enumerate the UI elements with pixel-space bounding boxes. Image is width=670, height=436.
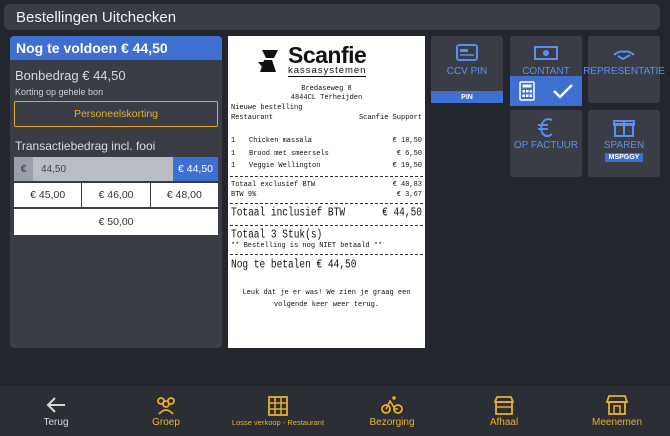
receipt-amount-to-pay: Nog te betalen € 44,50 bbox=[231, 257, 357, 271]
bottom-navigation: Terug Groep Losse verkoop - Restaurant B… bbox=[0, 386, 670, 436]
receipt-preview: Scanfie kassasystemen Bredaseweg 8 4844C… bbox=[228, 36, 425, 348]
window-title: Bestellingen Uitchecken bbox=[16, 8, 177, 26]
cash-button[interactable]: CONTANT bbox=[510, 36, 582, 106]
takeaway-label: Afhaal bbox=[489, 416, 519, 428]
storefront-icon bbox=[605, 394, 629, 415]
logo-subtitle: kassasystemen bbox=[288, 65, 367, 77]
receipt-postcode: 4844CL Terheijden bbox=[290, 94, 363, 102]
transaction-amount-row: € € 44,50 bbox=[14, 157, 218, 181]
tip-amount-button[interactable]: € 46,00 bbox=[82, 183, 150, 207]
currency-symbol: € bbox=[14, 157, 34, 181]
receipt-order-type: Nieuwe bestelling bbox=[231, 104, 303, 112]
receipt-total: Totaal inclusief BTW € 44,50 bbox=[231, 205, 422, 219]
receipt-divider bbox=[230, 224, 423, 226]
staff-discount-button[interactable]: Personeelskorting bbox=[14, 101, 218, 127]
scanfie-logo-icon bbox=[258, 49, 278, 72]
checkmark-icon[interactable] bbox=[552, 83, 574, 99]
tip-amount-row: € 45,00 € 46,00 € 48,00 bbox=[14, 183, 218, 207]
grid-icon bbox=[268, 395, 288, 416]
receipt-line-item: 1 Chicken massala € 18,50 bbox=[231, 137, 422, 145]
representation-label: REPRESENTATIE bbox=[583, 66, 665, 77]
euro-icon bbox=[538, 118, 553, 137]
back-label: Terug bbox=[43, 416, 69, 428]
take-out-button[interactable]: Meenemen bbox=[586, 386, 648, 436]
representation-button[interactable]: REPRESENTATIE bbox=[583, 36, 665, 103]
scanfie-logo: Scanfie kassasystemen bbox=[228, 36, 425, 77]
delivery-button[interactable]: Bezorging bbox=[364, 386, 420, 436]
receipt-item-count: Totaal 3 Stuk(s) bbox=[231, 227, 323, 241]
receipt-amount: Bonbedrag € 44,50 bbox=[15, 68, 126, 83]
receipt-divider bbox=[230, 175, 423, 177]
calculator-icon[interactable] bbox=[518, 81, 535, 101]
discount-label: Korting op gehele bon bbox=[15, 87, 104, 97]
receipt-location: Restaurant Scanfie Support bbox=[231, 114, 422, 122]
window-title-bar: Bestellingen Uitchecken bbox=[4, 4, 660, 30]
savings-button[interactable]: SPAREN MSPGGY bbox=[588, 110, 660, 177]
pin-badge: PIN bbox=[431, 91, 503, 103]
payment-summary-panel: Nog te voldoen € 44,50 Bonbedrag € 44,50… bbox=[10, 36, 222, 348]
arrow-left-icon bbox=[46, 396, 65, 413]
receipt-divider bbox=[230, 202, 423, 204]
logo-name: Scanfie bbox=[288, 42, 367, 68]
savings-badge: MSPGGY bbox=[604, 153, 644, 162]
group-button[interactable]: Groep bbox=[140, 386, 192, 436]
ccv-pin-button[interactable]: CCV PIN PIN bbox=[431, 36, 503, 103]
receipt-line-item: 1 Veggie Wellington € 19,50 bbox=[231, 162, 422, 170]
handshake-icon bbox=[613, 50, 635, 61]
take-out-label: Meenemen bbox=[591, 416, 643, 428]
receipt-thanks: Leuk dat je er was! We zien je graag een… bbox=[242, 288, 411, 309]
card-terminal-icon bbox=[456, 44, 478, 61]
tip-amount-button[interactable]: € 50,00 bbox=[14, 209, 218, 235]
invoice-label: OP FACTUUR bbox=[513, 140, 579, 151]
takeaway-button[interactable]: Afhaal bbox=[478, 386, 530, 436]
group-label: Groep bbox=[152, 416, 180, 428]
tip-amount-button[interactable]: € 48,00 bbox=[150, 183, 218, 207]
tip-amount-button[interactable]: € 45,00 bbox=[14, 183, 82, 207]
group-icon bbox=[157, 396, 175, 415]
receipt-vat: BTW 9% € 3,67 bbox=[231, 190, 422, 199]
savings-label: SPAREN bbox=[603, 140, 645, 151]
gift-icon bbox=[613, 120, 635, 137]
bicycle-icon bbox=[381, 395, 403, 414]
ccv-pin-label: CCV PIN bbox=[446, 66, 488, 77]
back-button[interactable]: Terug bbox=[30, 386, 82, 436]
transaction-amount-label: Transactiebedrag incl. fooi bbox=[15, 139, 156, 153]
amount-due: Nog te voldoen € 44,50 bbox=[10, 36, 222, 60]
transaction-amount-input[interactable] bbox=[33, 157, 174, 181]
quick-sale-label: Losse verkoop - Restaurant bbox=[231, 417, 325, 427]
delivery-label: Bezorging bbox=[369, 416, 415, 428]
receipt-divider bbox=[230, 253, 423, 255]
receipt-line-item: 1 Brood met smeersels € 6,50 bbox=[231, 149, 422, 158]
shop-icon bbox=[493, 395, 515, 415]
receipt-subtotal: Totaal exclusief BTW € 40,83 bbox=[231, 180, 422, 189]
quick-sale-button[interactable]: Losse verkoop - Restaurant bbox=[223, 386, 333, 436]
receipt-address: Bredaseweg 8 bbox=[301, 85, 352, 93]
invoice-button[interactable]: OP FACTUUR bbox=[510, 110, 582, 177]
exact-amount-button[interactable]: € 44,50 bbox=[173, 157, 218, 181]
cash-actions bbox=[510, 76, 582, 106]
banknote-icon bbox=[534, 46, 558, 60]
